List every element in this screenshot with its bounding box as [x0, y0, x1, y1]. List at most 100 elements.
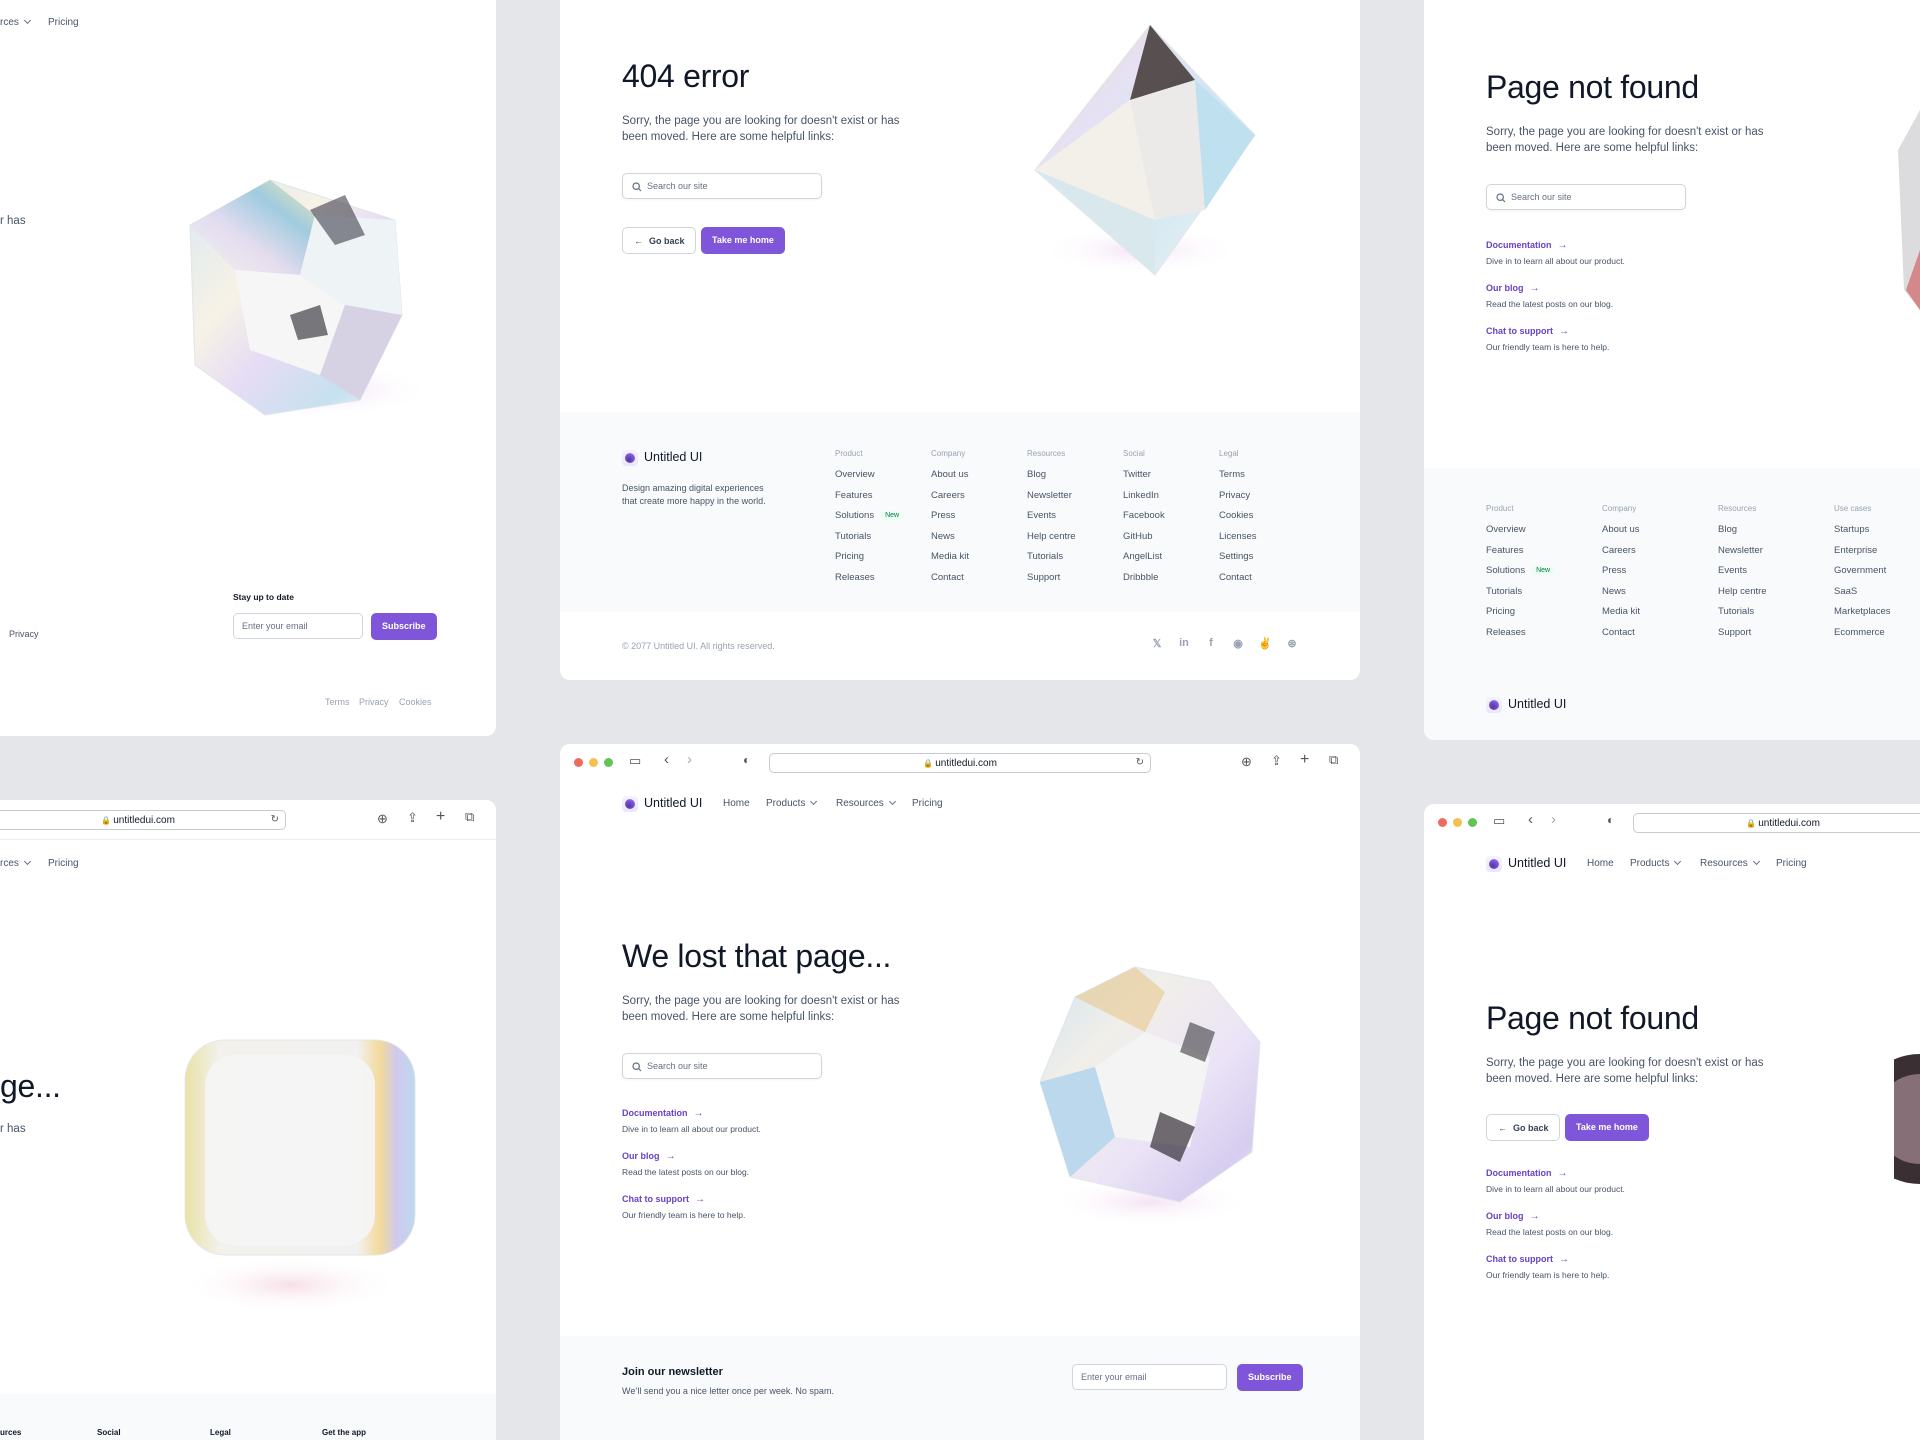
download-icon[interactable]: ⊕ [377, 811, 388, 827]
reload-icon[interactable]: ↻ [271, 814, 279, 825]
nav-pricing[interactable]: Pricing [912, 798, 943, 809]
helpful-link[interactable]: Documentation → [1486, 1168, 1568, 1179]
footer-link[interactable]: Newsletter [1718, 545, 1763, 556]
privacy-shield-icon[interactable]: ◐ [743, 753, 750, 767]
tabs-icon[interactable]: ⧉ [1329, 752, 1338, 768]
close-window-dot[interactable] [574, 758, 583, 767]
newsletter-subscribe-button[interactable]: Subscribe [1237, 1364, 1303, 1391]
download-icon[interactable]: ⊕ [1241, 754, 1252, 770]
footer-link[interactable]: Overview [835, 469, 875, 480]
footer-link[interactable]: Twitter [1123, 469, 1151, 480]
nav-pricing[interactable]: Pricing [48, 858, 79, 869]
facebook-icon[interactable]: f [1204, 637, 1218, 649]
footer-link[interactable]: Careers [1602, 545, 1636, 556]
share-icon[interactable]: ⇪ [407, 810, 418, 826]
helpful-link[interactable]: Our blog → [1486, 1211, 1540, 1222]
linkedin-icon[interactable]: in [1177, 637, 1191, 649]
footer-link[interactable]: Tutorials [1718, 606, 1754, 617]
privacy-link-bottom[interactable]: Privacy [359, 697, 389, 707]
footer-link[interactable]: Solutions New [835, 510, 905, 521]
nav-home[interactable]: Home [723, 798, 750, 809]
terms-link[interactable]: Terms [325, 697, 350, 707]
search-input[interactable]: Search our site [622, 1053, 822, 1079]
forward-icon[interactable]: › [1551, 811, 1556, 828]
footer-link[interactable]: Events [1027, 510, 1056, 521]
logo-text[interactable]: Untitled UI [644, 796, 702, 810]
footer-link[interactable]: Licenses [1219, 531, 1257, 542]
footer-link[interactable]: Features [1486, 545, 1524, 556]
logo-text[interactable]: Untitled UI [1508, 856, 1566, 870]
footer-link[interactable]: AngelList [1123, 551, 1162, 562]
footer-link[interactable]: Privacy [1219, 490, 1250, 501]
search-input[interactable]: Search our site [622, 173, 822, 199]
close-window-dot[interactable] [1438, 818, 1447, 827]
footer-link[interactable]: Marketplaces [1834, 606, 1891, 617]
helpful-link[interactable]: Our blog → [622, 1151, 676, 1162]
nav-products[interactable]: Products [766, 797, 818, 809]
footer-link[interactable]: About us [931, 469, 969, 480]
email-input[interactable]: Enter your email [233, 613, 363, 639]
footer-link[interactable]: Releases [835, 572, 875, 583]
footer-link[interactable]: Releases [1486, 627, 1526, 638]
forward-icon[interactable]: › [687, 751, 692, 768]
footer-link[interactable]: News [931, 531, 955, 542]
footer-link[interactable]: GitHub [1123, 531, 1153, 542]
footer-link[interactable]: Solutions New [1486, 565, 1556, 576]
footer-link[interactable]: Contact [1219, 572, 1252, 583]
go-back-button[interactable]: ← Go back [1486, 1114, 1560, 1141]
sidebar-icon[interactable]: ▭ [1493, 813, 1505, 829]
back-icon[interactable]: ‹ [1528, 811, 1533, 828]
footer-link[interactable]: Blog [1718, 524, 1737, 535]
helpful-link[interactable]: Documentation → [622, 1108, 704, 1119]
sidebar-icon[interactable]: ▭ [629, 753, 641, 769]
reload-icon[interactable]: ↻ [1136, 757, 1144, 768]
tabs-icon[interactable]: ⧉ [465, 809, 474, 825]
footer-link[interactable]: Help centre [1718, 586, 1767, 597]
footer-link[interactable]: Pricing [835, 551, 864, 562]
footer-link[interactable]: Events [1718, 565, 1747, 576]
helpful-link[interactable]: Chat to support → [1486, 1254, 1569, 1265]
footer-link[interactable]: Tutorials [1027, 551, 1063, 562]
subscribe-button[interactable]: Subscribe [371, 613, 437, 640]
footer-link[interactable]: Dribbble [1123, 572, 1158, 583]
helpful-link[interactable]: Documentation → [1486, 240, 1568, 251]
footer-link[interactable]: LinkedIn [1123, 490, 1159, 501]
helpful-link[interactable]: Chat to support → [622, 1194, 705, 1205]
footer-link[interactable]: Media kit [1602, 606, 1640, 617]
privacy-link[interactable]: Privacy [9, 629, 39, 639]
footer-link[interactable]: Newsletter [1027, 490, 1072, 501]
footer-link[interactable]: Tutorials [1486, 586, 1522, 597]
footer-link[interactable]: Settings [1219, 551, 1253, 562]
nav-resources[interactable]: rces [0, 16, 31, 28]
address-bar[interactable]: 🔒 untitledui.com [1633, 813, 1920, 833]
footer-link[interactable]: SaaS [1834, 586, 1857, 597]
cookies-link[interactable]: Cookies [399, 697, 432, 707]
angellist-icon[interactable]: ✌ [1258, 637, 1272, 650]
search-input[interactable]: Search our site [1486, 184, 1686, 210]
privacy-shield-icon[interactable]: ◐ [1607, 813, 1614, 827]
new-tab-icon[interactable]: + [436, 808, 445, 826]
footer-link[interactable]: Enterprise [1834, 545, 1877, 556]
nav-pricing[interactable]: Pricing [1776, 858, 1807, 869]
helpful-link[interactable]: Chat to support → [1486, 326, 1569, 337]
footer-link[interactable]: Press [931, 510, 955, 521]
footer-link[interactable]: Support [1718, 627, 1751, 638]
address-bar[interactable]: 🔒 untitledui.com ↻ [769, 753, 1151, 773]
zoom-window-dot[interactable] [604, 758, 613, 767]
nav-products[interactable]: Products [1630, 857, 1682, 869]
footer-link[interactable]: Terms [1219, 469, 1245, 480]
dribbble-icon[interactable]: ⊛ [1285, 637, 1299, 650]
logo-mark[interactable] [1486, 856, 1502, 872]
footer-link[interactable]: Blog [1027, 469, 1046, 480]
footer-link[interactable]: Tutorials [835, 531, 871, 542]
footer-link[interactable]: Cookies [1219, 510, 1253, 521]
footer-link[interactable]: Features [835, 490, 873, 501]
address-bar[interactable]: 🔒 untitledui.com ↻ [0, 810, 286, 830]
share-icon[interactable]: ⇪ [1271, 753, 1282, 769]
footer-link[interactable]: Contact [931, 572, 964, 583]
nav-resources[interactable]: rces [0, 857, 31, 869]
go-back-button[interactable]: ← Go back [622, 227, 696, 254]
footer-link[interactable]: Startups [1834, 524, 1869, 535]
twitter-icon[interactable]: 𝕏 [1150, 637, 1164, 650]
nav-resources[interactable]: Resources [1700, 857, 1760, 869]
